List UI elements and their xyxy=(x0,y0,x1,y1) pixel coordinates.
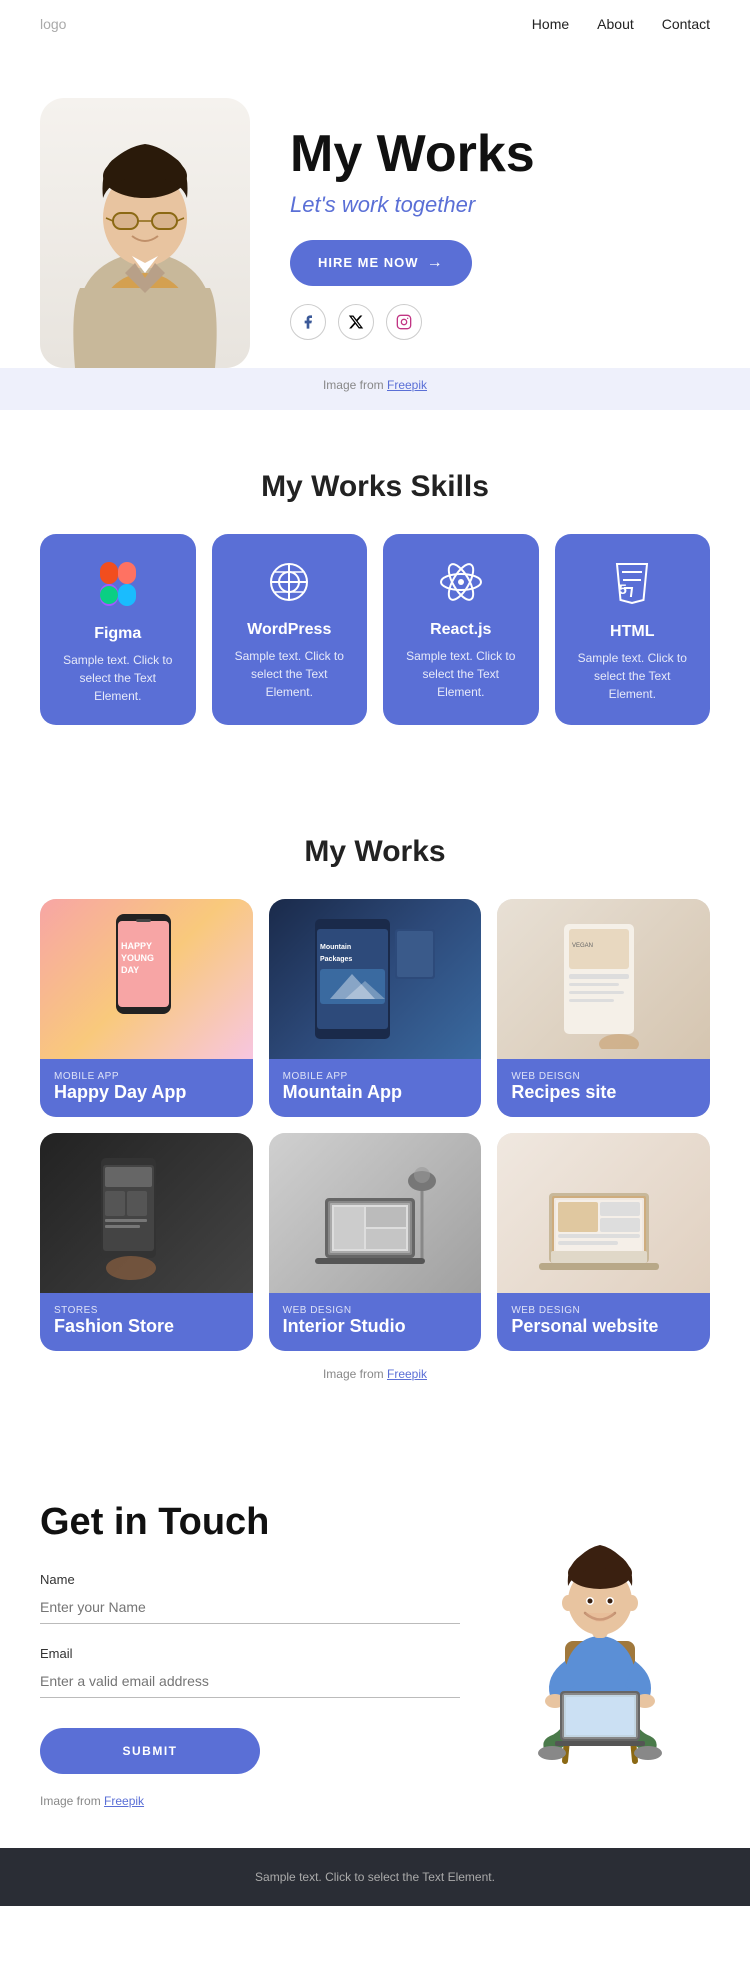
nav-home[interactable]: Home xyxy=(532,16,569,32)
svg-text:Packages: Packages xyxy=(320,956,352,963)
contact-title: Get in Touch xyxy=(40,1501,460,1544)
svg-text:5: 5 xyxy=(619,581,627,597)
work-overlay-6: WEB DESIGN Personal website xyxy=(497,1293,710,1351)
twitter-x-icon[interactable] xyxy=(338,304,374,340)
work-thumb-4 xyxy=(40,1133,253,1293)
work-name-6: Personal website xyxy=(511,1316,696,1337)
html-icon: 5 xyxy=(571,562,695,613)
skill-desc-react: Sample text. Click to select the Text El… xyxy=(399,647,523,701)
work-tag-5: WEB DESIGN xyxy=(283,1305,468,1316)
skill-desc-wp: Sample text. Click to select the Text El… xyxy=(228,647,352,701)
email-input[interactable] xyxy=(40,1665,460,1698)
contact-credit-link[interactable]: Freepik xyxy=(104,1794,144,1808)
name-label: Name xyxy=(40,1572,460,1587)
work-thumb-3: VEGAN xyxy=(497,899,710,1059)
works-grid: HAPPY YOUNG DAY MOBILE APP Happy Day App… xyxy=(40,899,710,1351)
skill-name-html: HTML xyxy=(571,623,695,641)
hero-content: My Works Let's work together HIRE ME NOW… xyxy=(290,126,710,339)
work-name-5: Interior Studio xyxy=(283,1316,468,1337)
work-card-personal[interactable]: WEB DESIGN Personal website xyxy=(497,1133,710,1351)
name-input[interactable] xyxy=(40,1591,460,1624)
instagram-icon[interactable] xyxy=(386,304,422,340)
hero-subtitle: Let's work together xyxy=(290,192,710,218)
works-credit-link[interactable]: Freepik xyxy=(387,1367,427,1381)
work-thumb-1: HAPPY YOUNG DAY xyxy=(40,899,253,1059)
skills-section: My Works Skills Figma Sample text. Click… xyxy=(0,410,750,775)
email-label: Email xyxy=(40,1646,460,1661)
work-overlay-3: WEB DEISGN Recipes site xyxy=(497,1059,710,1117)
skill-desc-figma: Sample text. Click to select the Text El… xyxy=(56,651,180,705)
contact-credit: Image from Freepik xyxy=(40,1794,460,1808)
nav-links: Home About Contact xyxy=(532,16,710,32)
work-overlay-2: MOBILE APP Mountain App xyxy=(269,1059,482,1117)
react-icon xyxy=(399,562,523,611)
navbar: logo Home About Contact xyxy=(0,0,750,48)
hero-title: My Works xyxy=(290,126,710,183)
wordpress-icon xyxy=(228,562,352,611)
work-overlay-5: WEB DESIGN Interior Studio xyxy=(269,1293,482,1351)
work-overlay-1: MOBILE APP Happy Day App xyxy=(40,1059,253,1117)
social-icons xyxy=(290,304,710,340)
work-card-mountain[interactable]: Mountain Packages MOBILE APP Mountain Ap… xyxy=(269,899,482,1117)
work-tag-2: MOBILE APP xyxy=(283,1071,468,1082)
works-credit: Image from Freepik xyxy=(40,1367,710,1381)
skill-name-figma: Figma xyxy=(56,625,180,643)
facebook-icon[interactable] xyxy=(290,304,326,340)
work-name-1: Happy Day App xyxy=(54,1082,239,1103)
work-card-recipes[interactable]: VEGAN WEB DEISGN Recipes site xyxy=(497,899,710,1117)
contact-section: Get in Touch Name Email SUBMIT Image fro… xyxy=(0,1441,750,1848)
skills-title: My Works Skills xyxy=(40,470,710,504)
contact-form: Get in Touch Name Email SUBMIT Image fro… xyxy=(40,1501,460,1808)
work-tag-1: MOBILE APP xyxy=(54,1071,239,1082)
svg-text:VEGAN: VEGAN xyxy=(572,943,593,949)
svg-text:YOUNG: YOUNG xyxy=(121,953,154,963)
works-title: My Works xyxy=(40,835,710,869)
arrow-icon: → xyxy=(427,254,444,272)
work-tag-6: WEB DESIGN xyxy=(511,1305,696,1316)
skill-card-figma[interactable]: Figma Sample text. Click to select the T… xyxy=(40,534,196,725)
nav-about[interactable]: About xyxy=(597,16,634,32)
hire-me-button[interactable]: HIRE ME NOW → xyxy=(290,240,472,286)
work-name-3: Recipes site xyxy=(511,1082,696,1103)
skill-card-react[interactable]: React.js Sample text. Click to select th… xyxy=(383,534,539,725)
name-form-group: Name xyxy=(40,1572,460,1624)
footer: Sample text. Click to select the Text El… xyxy=(0,1848,750,1906)
skill-card-html[interactable]: 5 HTML Sample text. Click to select the … xyxy=(555,534,711,725)
skills-grid: Figma Sample text. Click to select the T… xyxy=(40,534,710,725)
hero-section: My Works Let's work together HIRE ME NOW… xyxy=(0,48,750,368)
contact-illustration xyxy=(490,1501,710,1781)
nav-contact[interactable]: Contact xyxy=(662,16,710,32)
person-illustration xyxy=(50,108,240,368)
skill-desc-html: Sample text. Click to select the Text El… xyxy=(571,649,695,703)
email-form-group: Email xyxy=(40,1646,460,1698)
skill-name-react: React.js xyxy=(399,621,523,639)
works-section: My Works HAPPY YOUNG DAY MOBILE APP Happ… xyxy=(0,775,750,1441)
logo: logo xyxy=(40,16,66,32)
hero-image xyxy=(40,98,250,368)
work-card-fashion[interactable]: STORES Fashion Store xyxy=(40,1133,253,1351)
work-card-interior[interactable]: WEB DESIGN Interior Studio xyxy=(269,1133,482,1351)
work-thumb-6 xyxy=(497,1133,710,1293)
work-tag-4: STORES xyxy=(54,1305,239,1316)
svg-text:DAY: DAY xyxy=(121,965,139,975)
work-card-happy-day[interactable]: HAPPY YOUNG DAY MOBILE APP Happy Day App xyxy=(40,899,253,1117)
contact-person-svg xyxy=(500,1501,700,1781)
footer-text: Sample text. Click to select the Text El… xyxy=(40,1870,710,1884)
work-tag-3: WEB DEISGN xyxy=(511,1071,696,1082)
work-overlay-4: STORES Fashion Store xyxy=(40,1293,253,1351)
hero-credit-link[interactable]: Freepik xyxy=(387,378,427,392)
skill-name-wp: WordPress xyxy=(228,621,352,639)
work-name-2: Mountain App xyxy=(283,1082,468,1103)
work-thumb-5 xyxy=(269,1133,482,1293)
svg-text:Mountain: Mountain xyxy=(320,944,351,951)
figma-icon xyxy=(56,562,180,615)
svg-text:HAPPY: HAPPY xyxy=(121,941,152,951)
work-name-4: Fashion Store xyxy=(54,1316,239,1337)
hero-credit: Image from Freepik xyxy=(0,368,750,410)
skill-card-wordpress[interactable]: WordPress Sample text. Click to select t… xyxy=(212,534,368,725)
work-thumb-2: Mountain Packages xyxy=(269,899,482,1059)
submit-button[interactable]: SUBMIT xyxy=(40,1728,260,1774)
